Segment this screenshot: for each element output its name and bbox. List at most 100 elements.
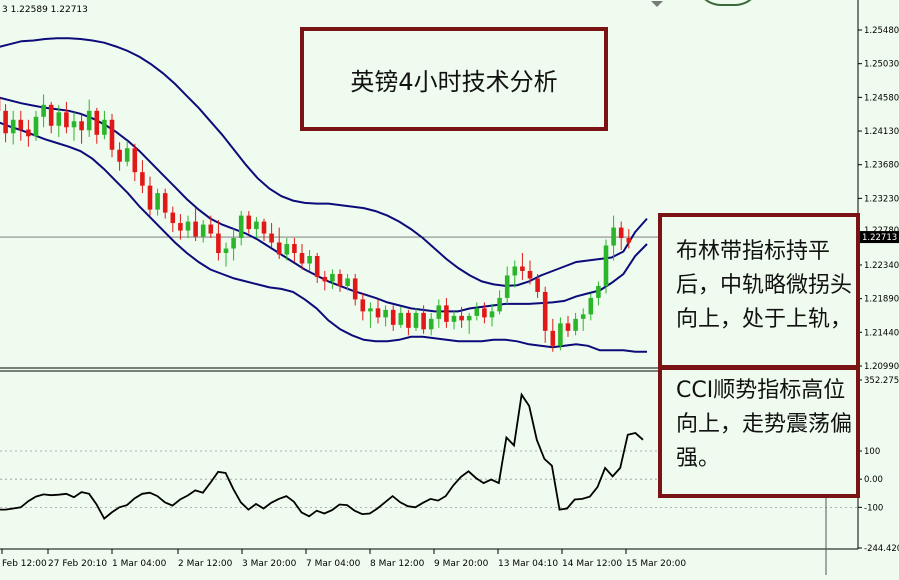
- candle-body: [467, 316, 472, 320]
- candle-body: [330, 274, 335, 281]
- candle-body: [414, 313, 419, 328]
- candle-body: [285, 244, 290, 254]
- candle-body: [148, 186, 153, 210]
- price-tick-label: 1.25480: [864, 26, 899, 36]
- candle-body: [353, 278, 358, 299]
- price-tick-label: 1.23680: [864, 161, 899, 171]
- candle-body: [513, 266, 518, 275]
- time-tick-label: 15 Mar 20:00: [626, 559, 686, 569]
- candle-body: [459, 316, 464, 320]
- candle-body: [543, 292, 548, 331]
- candle-body: [558, 323, 563, 345]
- candle-body: [391, 310, 396, 325]
- candle-body: [269, 234, 274, 243]
- candle-body: [41, 105, 46, 117]
- candle-body: [566, 323, 571, 330]
- candle-body: [323, 277, 328, 281]
- candle-body: [247, 216, 252, 229]
- candle-body: [361, 299, 366, 311]
- candle-body: [193, 222, 198, 237]
- candle-body: [95, 111, 100, 135]
- candle-body: [262, 222, 267, 234]
- cci-note-box: CCI顺势指标高位向上，走势震荡偏强。: [658, 366, 860, 498]
- chart-window: 1.254801.250301.245801.241301.236801.232…: [0, 0, 899, 575]
- time-tick-label: Feb 12:00: [2, 559, 47, 569]
- candle-body: [19, 120, 24, 130]
- price-tick-label: 1.24580: [864, 93, 899, 103]
- candle-body: [3, 111, 8, 133]
- candle-body: [611, 228, 616, 246]
- candle-body: [178, 223, 183, 230]
- candle-body: [429, 319, 434, 329]
- bollinger-note: 布林带指标持平后，中轨略微拐头向上，处于上轨，: [676, 239, 852, 332]
- candle-body: [87, 111, 92, 130]
- candle-body: [315, 256, 320, 277]
- candle-body: [239, 216, 244, 238]
- candle-body: [551, 331, 556, 346]
- candle-body: [604, 246, 609, 286]
- time-tick-label: 2 Mar 12:00: [178, 559, 233, 569]
- candle-body: [155, 193, 160, 209]
- candle-body: [490, 311, 495, 317]
- candle-body: [133, 148, 138, 172]
- cci-tick-label: 100: [864, 447, 880, 457]
- price-values-header: 3 1.22589 1.22713: [2, 5, 88, 15]
- candle-body: [421, 313, 426, 329]
- candle-body: [535, 278, 540, 291]
- cci-tick-label: 352.275: [864, 376, 899, 386]
- candle-body: [520, 266, 525, 270]
- candle-body: [581, 314, 586, 318]
- candle-body: [596, 286, 601, 298]
- candle-body: [34, 117, 39, 136]
- price-tick-label: 1.21890: [864, 295, 899, 305]
- candle-body: [79, 121, 84, 130]
- candle-body: [201, 225, 206, 237]
- candle-body: [72, 121, 77, 127]
- candle-body: [254, 222, 259, 229]
- candle-body: [345, 278, 350, 285]
- candle-body: [117, 150, 122, 162]
- cci-tick-label: 0.00: [864, 475, 883, 485]
- candle-body: [125, 148, 130, 161]
- candle-body: [163, 193, 168, 212]
- price-tick-label: 1.21440: [864, 328, 899, 338]
- chart-title-box: 英镑4小时技术分析: [300, 27, 608, 131]
- candle-body: [216, 234, 221, 253]
- candle-body: [376, 308, 381, 317]
- candle-body: [497, 298, 502, 311]
- candle-body: [186, 222, 191, 231]
- price-tick-label: 1.23230: [864, 194, 899, 204]
- candle-body: [209, 225, 214, 234]
- bollinger-note-box: 布林带指标持平后，中轨略微拐头向上，处于上轨，: [658, 213, 860, 369]
- candle-body: [444, 305, 449, 321]
- candle-body: [57, 112, 62, 125]
- candle-body: [589, 298, 594, 314]
- candle-body: [619, 228, 624, 238]
- candle-body: [26, 130, 31, 137]
- price-tick-label: 1.22340: [864, 261, 899, 271]
- candle-body: [399, 313, 404, 325]
- chart-title: 英镑4小时技术分析: [350, 62, 557, 97]
- candle-body: [452, 316, 457, 322]
- candle-body: [224, 249, 229, 253]
- price-tick-label: 1.24130: [864, 127, 899, 137]
- candle-body: [338, 274, 343, 286]
- time-tick-label: 7 Mar 04:00: [306, 559, 361, 569]
- candle-body: [171, 213, 176, 223]
- candle-body: [110, 120, 115, 150]
- candle-body: [140, 172, 145, 185]
- candle-body: [383, 310, 388, 317]
- candle-body: [437, 305, 442, 318]
- candle-body: [573, 319, 578, 331]
- candle-body: [277, 243, 282, 255]
- time-tick-label: 14 Mar 12:00: [562, 559, 622, 569]
- candle-body: [64, 112, 69, 127]
- candle-body: [627, 238, 632, 242]
- candle-body: [505, 275, 510, 297]
- candle-body: [231, 238, 236, 248]
- candle-body: [300, 253, 305, 263]
- current-price-label: 1.22713: [862, 233, 897, 243]
- time-tick-label: 3 Mar 20:00: [242, 559, 297, 569]
- cci-tick-label: -244.4209: [864, 544, 899, 554]
- time-tick-label: 13 Mar 04:10: [498, 559, 558, 569]
